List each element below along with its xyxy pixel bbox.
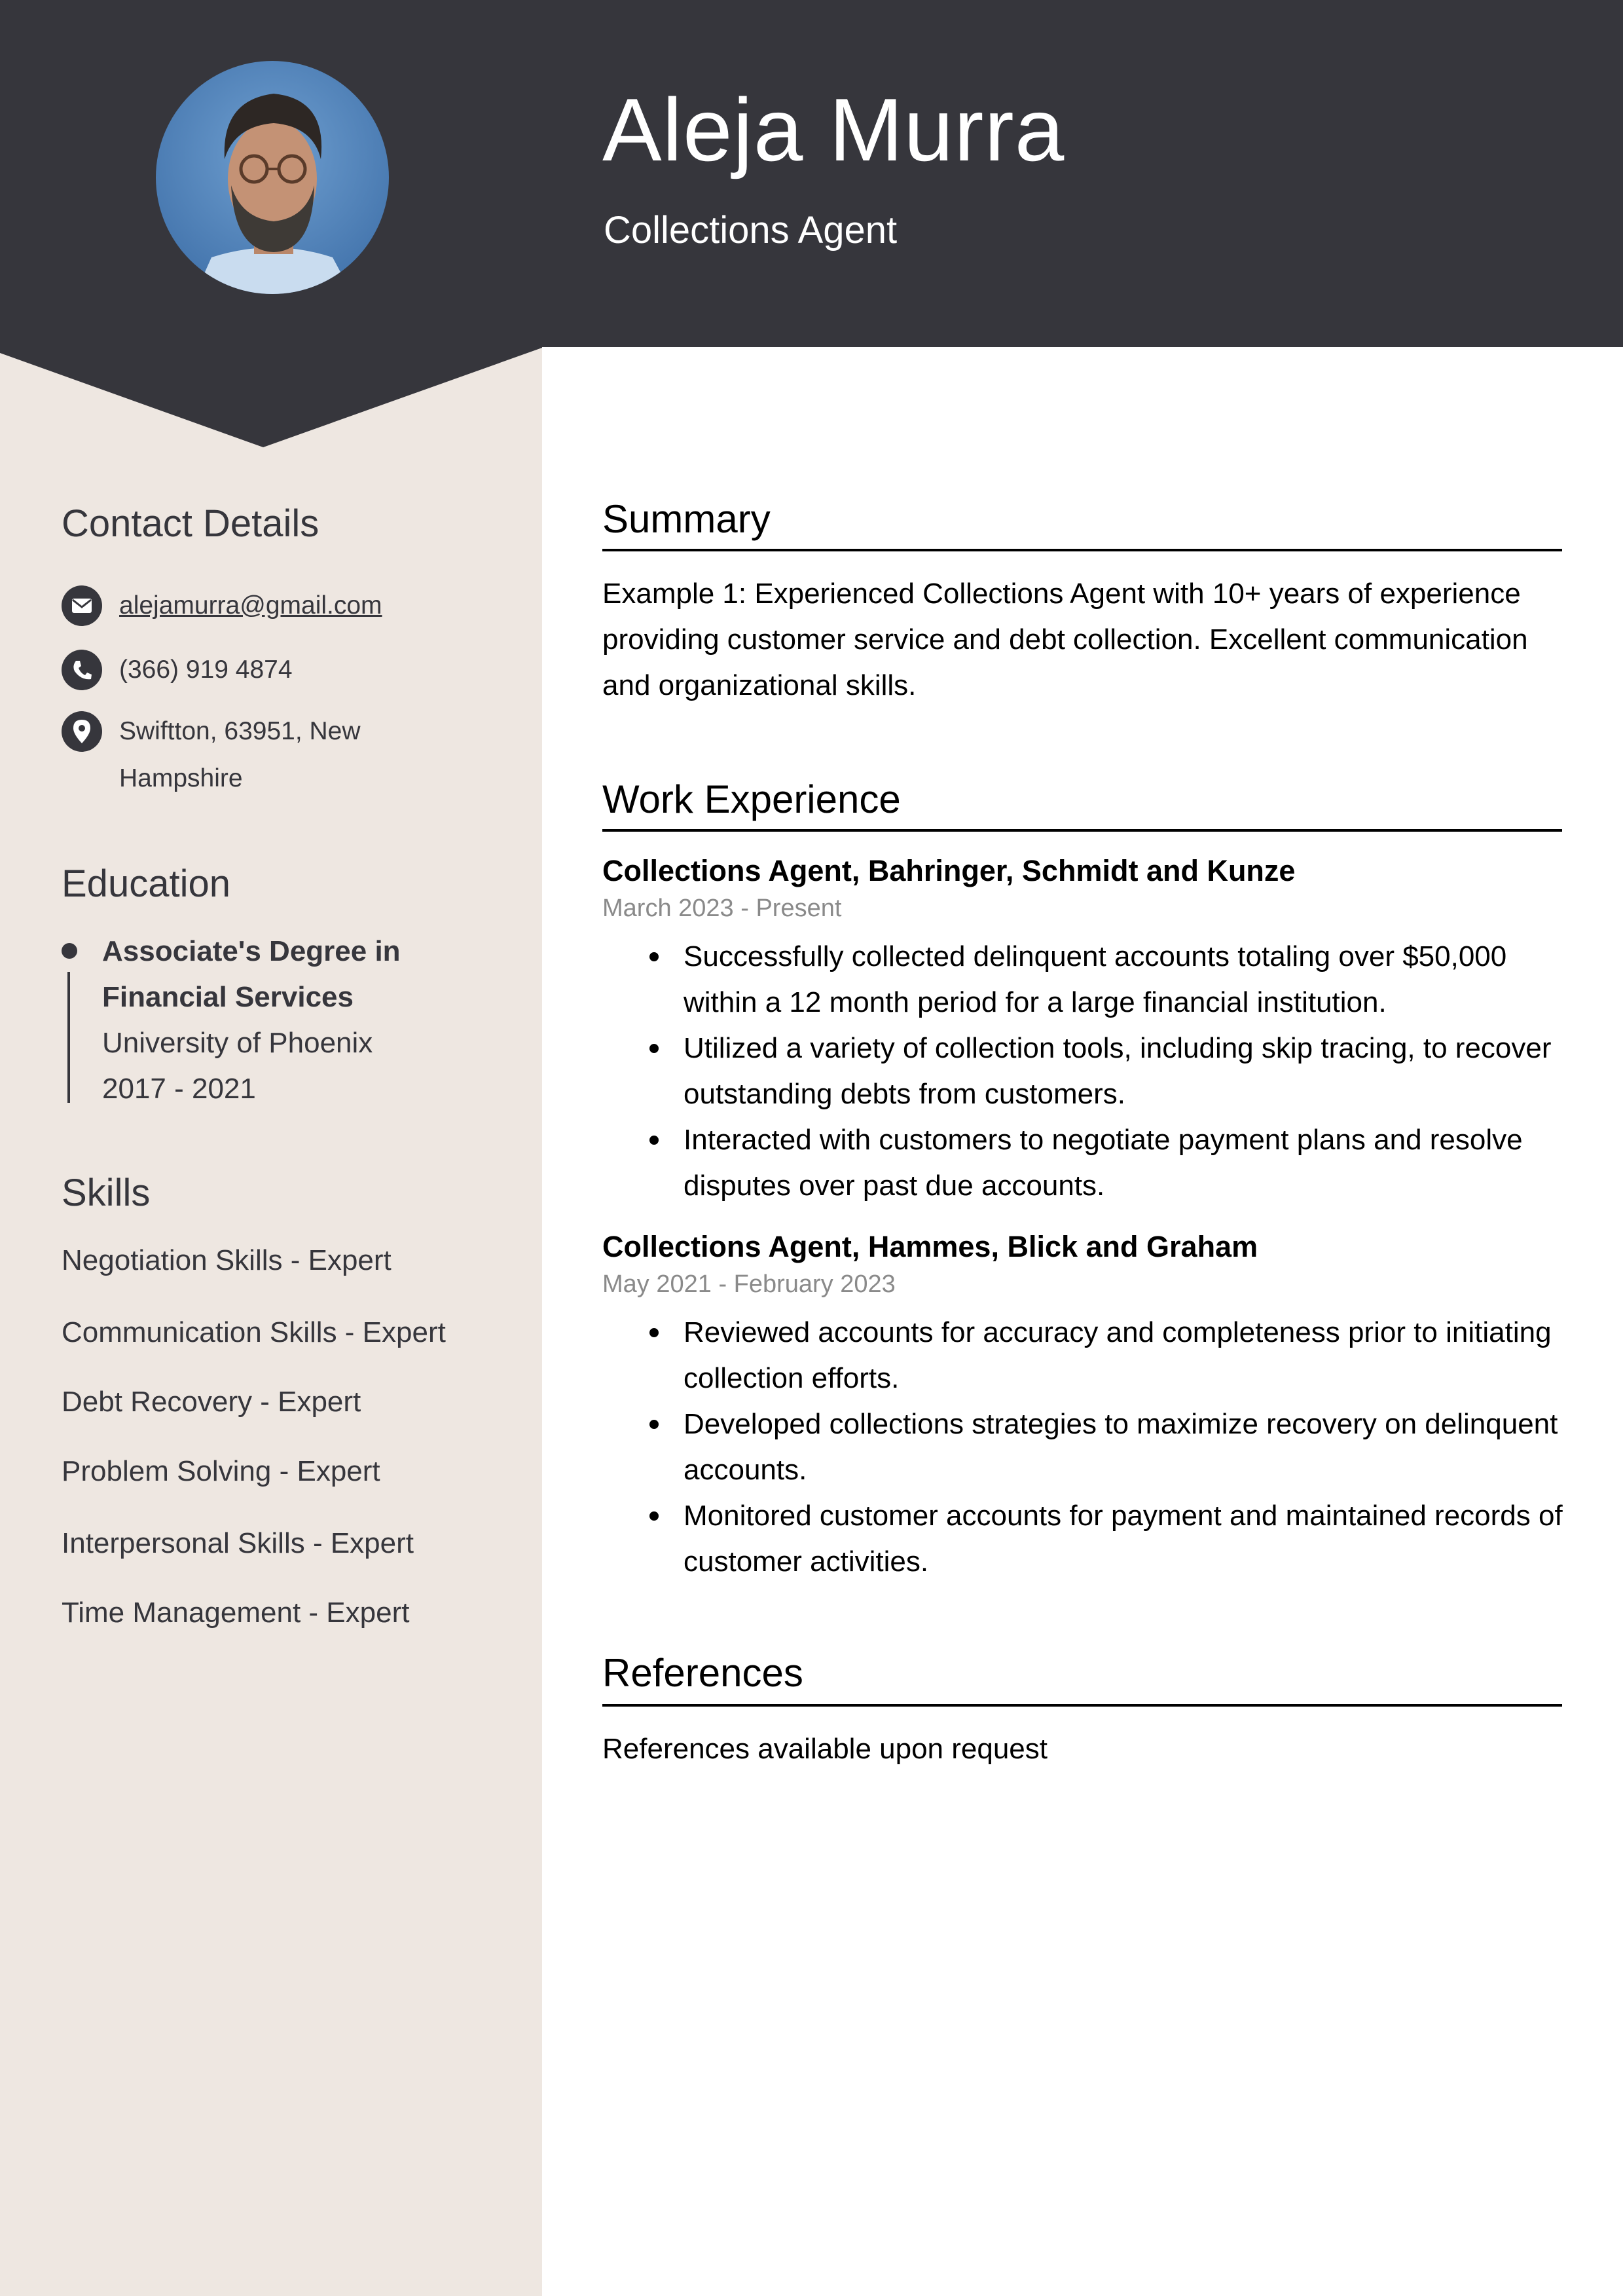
phone-icon <box>62 650 102 690</box>
job-dates: May 2021 - February 2023 <box>602 1270 896 1298</box>
section-divider <box>602 549 1562 551</box>
contact-phone-row: (366) 919 4874 <box>62 650 293 694</box>
degree-line-2: Financial Services <box>102 981 354 1013</box>
timeline-dot <box>62 943 77 959</box>
bullet-text: Interacted with customers to negotiate p… <box>684 1124 1523 1202</box>
contact-email-row: alejamurra@gmail.com <box>62 585 382 629</box>
bullet-icon <box>649 1420 659 1429</box>
portrait-illustration <box>156 61 389 294</box>
job-bullet: Interacted with customers to negotiate p… <box>649 1117 1587 1209</box>
skill-item: Communication Skills - Expert <box>62 1316 446 1348</box>
job-bullets: Reviewed accounts for accuracy and compl… <box>649 1310 1587 1585</box>
experience-heading: Work Experience <box>602 777 901 821</box>
bullet-icon <box>649 1044 659 1053</box>
envelope-icon <box>62 585 102 626</box>
bullet-icon <box>649 1511 659 1521</box>
bullet-icon <box>649 1328 659 1337</box>
timeline-line <box>67 972 70 1103</box>
candidate-title: Collections Agent <box>604 209 898 251</box>
address-line-2: Hampshire <box>119 764 243 792</box>
references-heading: References <box>602 1651 803 1695</box>
job-dates: March 2023 - Present <box>602 895 842 922</box>
candidate-name: Aleja Murra <box>602 80 1065 179</box>
degree-line-1: Associate's Degree in <box>102 935 401 967</box>
summary-text: Example 1: Experienced Collections Agent… <box>602 578 1528 701</box>
bullet-icon <box>649 1136 659 1145</box>
job-bullet: Monitored customer accounts for payment … <box>649 1493 1587 1585</box>
bullet-text: Utilized a variety of collection tools, … <box>684 1032 1552 1110</box>
bullet-text: Reviewed accounts for accuracy and compl… <box>684 1316 1552 1394</box>
skills-heading: Skills <box>62 1172 151 1214</box>
section-divider <box>602 1704 1562 1707</box>
bullet-text: Successfully collected delinquent accoun… <box>684 940 1507 1018</box>
skill-item: Interpersonal Skills - Expert <box>62 1527 414 1559</box>
resume-page: Aleja Murra Collections Agent Contact De… <box>0 0 1623 2296</box>
skill-item: Negotiation Skills - Expert <box>62 1244 392 1276</box>
profile-photo <box>156 61 389 294</box>
bullet-text: Developed collections strategies to maxi… <box>684 1408 1558 1486</box>
job-bullet: Successfully collected delinquent accoun… <box>649 934 1587 1026</box>
skill-item: Time Management - Expert <box>62 1597 410 1629</box>
contact-heading: Contact Details <box>62 502 319 545</box>
job-title: Collections Agent, Bahringer, Schmidt an… <box>602 854 1296 887</box>
job-title: Collections Agent, Hammes, Blick and Gra… <box>602 1230 1258 1263</box>
skill-item: Debt Recovery - Expert <box>62 1386 361 1418</box>
skill-item: Problem Solving - Expert <box>62 1455 380 1487</box>
address-line-1: Swiftton, 63951, New <box>119 717 361 745</box>
school-name: University of Phoenix <box>102 1027 373 1059</box>
education-years: 2017 - 2021 <box>102 1073 256 1105</box>
job-bullet: Utilized a variety of collection tools, … <box>649 1026 1587 1117</box>
references-text: References available upon request <box>602 1733 1048 1765</box>
job-bullets: Successfully collected delinquent accoun… <box>649 934 1587 1209</box>
bullet-icon <box>649 952 659 961</box>
location-pin-icon <box>62 711 102 752</box>
education-entry: Associate's Degree in Financial Services… <box>102 929 401 1112</box>
phone-number: (366) 919 4874 <box>119 656 293 684</box>
summary-heading: Summary <box>602 497 771 541</box>
address: Swiftton, 63951, New Hampshire <box>119 708 361 802</box>
education-heading: Education <box>62 862 230 905</box>
header-chevron <box>0 346 542 447</box>
section-divider <box>602 829 1562 832</box>
email-link[interactable]: alejamurra@gmail.com <box>119 582 382 629</box>
job-bullet: Developed collections strategies to maxi… <box>649 1401 1587 1493</box>
job-bullet: Reviewed accounts for accuracy and compl… <box>649 1310 1587 1401</box>
bullet-text: Monitored customer accounts for payment … <box>684 1500 1563 1578</box>
contact-address-row: Swiftton, 63951, New Hampshire <box>62 711 361 802</box>
